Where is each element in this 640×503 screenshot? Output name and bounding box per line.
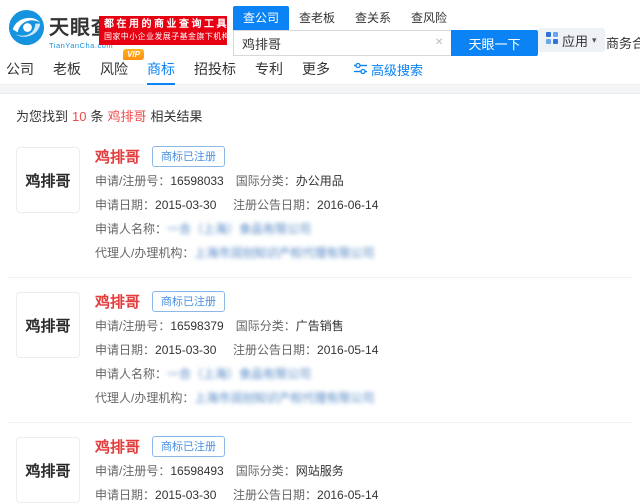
search-button[interactable]: 天眼一下 — [451, 30, 538, 56]
advanced-search-link[interactable]: 高级搜索 — [354, 60, 423, 79]
reg-no-value: 16598493 — [170, 464, 223, 479]
trademark-result-card: 鸡排哥 鸡排哥 商标已注册 申请/注册号：16598033 国际分类：办公用品 … — [8, 133, 632, 277]
slogan-line1: 都在用的商业查询工具 — [104, 19, 222, 31]
trademark-title-link[interactable]: 鸡排哥 — [95, 291, 140, 312]
trademark-title-link[interactable]: 鸡排哥 — [95, 436, 140, 457]
reg-no-label: 申请/注册号： — [95, 319, 170, 334]
summary-keyword: 鸡排哥 — [108, 109, 147, 124]
slogan-line2: 国家中小企业发展子基金旗下机构 — [104, 31, 222, 42]
tianyancha-logo[interactable]: 天眼查 TianYanCha.com — [8, 9, 113, 51]
detail-row: 代理人/办理机构：上海市润创知识产权代理有限公司 — [95, 246, 624, 261]
trademark-image[interactable]: 鸡排哥 — [16, 147, 80, 213]
intl-class-label: 国际分类： — [236, 319, 296, 334]
nav-item-patent[interactable]: 专利 — [255, 55, 283, 85]
detail-row: 申请日期：2015-03-30 注册公告日期：2016-05-14 — [95, 343, 624, 358]
nav-item-risk[interactable]: 风险 VIP — [100, 55, 128, 85]
summary-suffix: 相关结果 — [151, 109, 203, 124]
nav-item-risk-label: 风险 — [100, 61, 128, 77]
reg-pub-date-value: 2016-05-14 — [317, 343, 378, 358]
detail-row: 申请/注册号：16598033 国际分类：办公用品 — [95, 174, 624, 189]
apps-label: 应用 — [562, 31, 588, 50]
detail-row: 代理人/办理机构：上海市润创知识产权代理有限公司 — [95, 391, 624, 406]
agent-label: 代理人/办理机构： — [95, 246, 194, 261]
reg-pub-date-label: 注册公告日期： — [233, 488, 317, 503]
slogan-banner: 都在用的商业查询工具 国家中小企业发展子基金旗下机构 — [99, 16, 227, 45]
agent-label: 代理人/办理机构： — [95, 391, 194, 406]
summary-unit: 条 — [90, 109, 103, 124]
search-area: 查公司 查老板 查关系 查风险 ✕ 天眼一下 — [233, 6, 538, 56]
search-row: ✕ 天眼一下 — [233, 30, 538, 56]
applicant-label: 申请人名称： — [95, 222, 167, 237]
trademark-title-link[interactable]: 鸡排哥 — [95, 146, 140, 167]
apply-date-value: 2015-03-30 — [155, 343, 216, 358]
detail-row: 申请人名称：一合（上海）食品有限公司 — [95, 367, 624, 382]
nav-item-company[interactable]: 公司 — [6, 55, 34, 85]
reg-pub-date-label: 注册公告日期： — [233, 343, 317, 358]
apply-date-label: 申请日期： — [95, 198, 155, 213]
detail-row: 申请/注册号：16598493 国际分类：网站服务 — [95, 464, 624, 479]
search-tab-boss[interactable]: 查老板 — [289, 6, 345, 30]
advanced-search-icon — [354, 62, 367, 77]
detail-row: 申请日期：2015-03-30 注册公告日期：2016-06-14 — [95, 198, 624, 213]
search-tab-company[interactable]: 查公司 — [233, 6, 289, 30]
reg-pub-date-label: 注册公告日期： — [233, 198, 317, 213]
category-nav: 公司 老板 风险 VIP 商标 招投标 专利 更多 高级搜索 — [0, 55, 640, 85]
trademark-info: 鸡排哥 商标已注册 申请/注册号：16598379 国际分类：广告销售 申请日期… — [95, 292, 624, 406]
intl-class-value: 办公用品 — [296, 174, 344, 189]
intl-class-label: 国际分类： — [236, 174, 296, 189]
trademark-info: 鸡排哥 商标已注册 申请/注册号：16598493 国际分类：网站服务 申请日期… — [95, 437, 624, 503]
apps-dropdown[interactable]: 应用 ▾ — [538, 28, 605, 52]
trademark-image[interactable]: 鸡排哥 — [16, 437, 80, 503]
tianyancha-logo-icon — [8, 9, 45, 51]
detail-row: 申请日期：2015-03-30 注册公告日期：2016-05-14 — [95, 488, 624, 503]
applicant-link-redacted[interactable]: 一合（上海）食品有限公司 — [167, 367, 311, 382]
reg-no-value: 16598033 — [170, 174, 223, 189]
apply-date-value: 2015-03-30 — [155, 198, 216, 213]
trademark-info: 鸡排哥 商标已注册 申请/注册号：16598033 国际分类：办公用品 申请日期… — [95, 147, 624, 261]
summary-prefix: 为您找到 — [16, 109, 68, 124]
agent-link-redacted[interactable]: 上海市润创知识产权代理有限公司 — [194, 391, 374, 406]
chevron-down-icon: ▾ — [592, 35, 597, 46]
reg-pub-date-value: 2016-06-14 — [317, 198, 378, 213]
advanced-search-label: 高级搜索 — [371, 60, 423, 79]
apply-date-label: 申请日期： — [95, 343, 155, 358]
search-tab-relation[interactable]: 查关系 — [345, 6, 401, 30]
applicant-link-redacted[interactable]: 一合（上海）食品有限公司 — [167, 222, 311, 237]
apply-date-value: 2015-03-30 — [155, 488, 216, 503]
business-cooperation-link[interactable]: 商务合作 — [606, 33, 640, 52]
trademark-result-card: 鸡排哥 鸡排哥 商标已注册 申请/注册号：16598379 国际分类：广告销售 … — [8, 277, 632, 422]
reg-pub-date-value: 2016-05-14 — [317, 488, 378, 503]
agent-link-redacted[interactable]: 上海市润创知识产权代理有限公司 — [194, 246, 374, 261]
apply-date-label: 申请日期： — [95, 488, 155, 503]
detail-row: 申请/注册号：16598379 国际分类：广告销售 — [95, 319, 624, 334]
search-tab-risk[interactable]: 查风险 — [401, 6, 457, 30]
detail-row: 申请人名称：一合（上海）食品有限公司 — [95, 222, 624, 237]
applicant-label: 申请人名称： — [95, 367, 167, 382]
nav-item-more[interactable]: 更多 — [302, 55, 330, 85]
vip-badge: VIP — [123, 49, 144, 60]
status-badge: 商标已注册 — [152, 146, 225, 167]
status-badge: 商标已注册 — [152, 436, 225, 457]
results-panel: 为您找到10条鸡排哥相关结果 鸡排哥 鸡排哥 商标已注册 申请/注册号：1659… — [0, 94, 640, 503]
nav-item-trademark[interactable]: 商标 — [147, 55, 175, 85]
intl-class-value: 网站服务 — [296, 464, 344, 479]
search-input[interactable] — [233, 30, 451, 56]
clear-search-icon[interactable]: ✕ — [435, 37, 443, 48]
divider — [0, 85, 640, 94]
apps-grid-icon — [546, 31, 558, 49]
reg-no-value: 16598379 — [170, 319, 223, 334]
results-summary: 为您找到 10 条鸡排哥相关结果 — [0, 94, 640, 133]
trademark-result-card: 鸡排哥 鸡排哥 商标已注册 申请/注册号：16598493 国际分类：网站服务 … — [8, 422, 632, 503]
intl-class-value: 广告销售 — [296, 319, 344, 334]
reg-no-label: 申请/注册号： — [95, 174, 170, 189]
reg-no-label: 申请/注册号： — [95, 464, 170, 479]
summary-count: 10 — [72, 109, 86, 124]
header: 天眼查 TianYanCha.com 都在用的商业查询工具 国家中小企业发展子基… — [0, 0, 640, 55]
nav-item-bidding[interactable]: 招投标 — [194, 55, 236, 85]
trademark-image[interactable]: 鸡排哥 — [16, 292, 80, 358]
nav-item-boss[interactable]: 老板 — [53, 55, 81, 85]
status-badge: 商标已注册 — [152, 291, 225, 312]
search-tabs: 查公司 查老板 查关系 查风险 — [233, 6, 538, 30]
intl-class-label: 国际分类： — [236, 464, 296, 479]
